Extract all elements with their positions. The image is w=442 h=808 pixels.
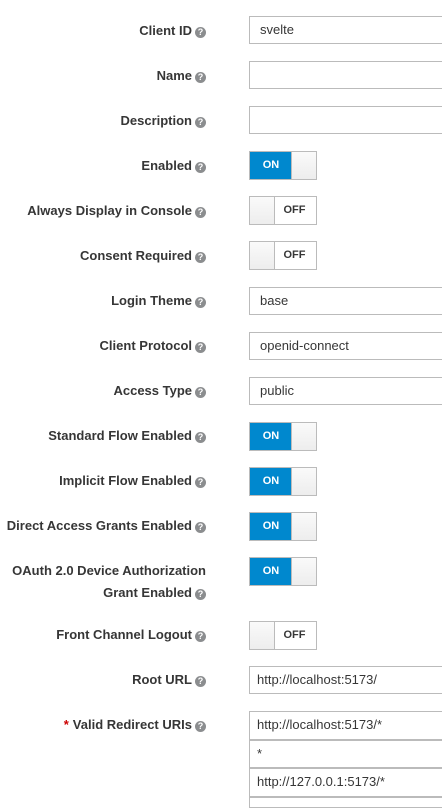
help-icon[interactable]: ? <box>195 117 206 128</box>
access-type-select[interactable]: public <box>249 377 442 405</box>
enabled-toggle[interactable]: ON <box>249 151 317 180</box>
login-theme-select[interactable]: base <box>249 287 442 315</box>
device-auth-label: OAuth 2.0 Device Authorization Grant Ena… <box>12 563 206 600</box>
toggle-state: OFF <box>283 204 306 216</box>
always-display-toggle[interactable]: OFF <box>249 196 317 225</box>
device-auth-toggle[interactable]: ON <box>249 557 317 586</box>
toggle-knob <box>291 468 316 495</box>
toggle-state: ON <box>250 423 292 450</box>
redirect-uri-input[interactable]: * <box>249 740 442 768</box>
client-id-input[interactable]: svelte <box>249 16 442 44</box>
always-display-label: Always Display in Console? <box>27 200 206 222</box>
direct-access-toggle[interactable]: ON <box>249 512 317 541</box>
required-marker: * <box>63 717 69 732</box>
client-id-label: Client ID? <box>139 20 206 42</box>
toggle-state: ON <box>250 468 292 495</box>
help-icon[interactable]: ? <box>195 342 206 353</box>
help-icon[interactable]: ? <box>195 522 206 533</box>
enabled-label: Enabled? <box>141 155 206 177</box>
toggle-state: OFF <box>283 629 306 641</box>
toggle-knob <box>291 558 316 585</box>
help-icon[interactable]: ? <box>195 676 206 687</box>
help-icon[interactable]: ? <box>195 252 206 263</box>
standard-flow-label: Standard Flow Enabled? <box>48 425 206 447</box>
toggle-knob <box>250 242 275 269</box>
root-url-input[interactable]: http://localhost:5173/ <box>249 666 442 694</box>
help-icon[interactable]: ? <box>195 387 206 398</box>
help-icon[interactable]: ? <box>195 721 206 732</box>
implicit-flow-label: Implicit Flow Enabled? <box>59 470 206 492</box>
help-icon[interactable]: ? <box>195 27 206 38</box>
client-protocol-label: Client Protocol? <box>100 335 206 357</box>
redirect-uri-input[interactable]: http://localhost:5173/* <box>249 711 442 740</box>
front-channel-logout-label: Front Channel Logout? <box>56 624 206 646</box>
toggle-knob <box>250 622 275 649</box>
redirect-uri-input[interactable] <box>249 797 442 808</box>
standard-flow-toggle[interactable]: ON <box>249 422 317 451</box>
direct-access-label: Direct Access Grants Enabled? <box>7 515 206 537</box>
root-url-label: Root URL? <box>132 669 206 691</box>
valid-redirect-uris-label: * Valid Redirect URIs? <box>64 714 206 736</box>
toggle-state: ON <box>250 558 292 585</box>
toggle-state: ON <box>250 513 292 540</box>
toggle-knob <box>291 513 316 540</box>
consent-required-label: Consent Required? <box>80 245 206 267</box>
client-protocol-select[interactable]: openid-connect <box>249 332 442 360</box>
implicit-flow-toggle[interactable]: ON <box>249 467 317 496</box>
toggle-state: OFF <box>283 249 306 261</box>
help-icon[interactable]: ? <box>195 72 206 83</box>
help-icon[interactable]: ? <box>195 589 206 600</box>
name-label: Name? <box>157 65 206 87</box>
toggle-knob <box>291 423 316 450</box>
help-icon[interactable]: ? <box>195 477 206 488</box>
login-theme-label: Login Theme? <box>111 290 206 312</box>
front-channel-logout-toggle[interactable]: OFF <box>249 621 317 650</box>
redirect-uri-input[interactable]: http://127.0.0.1:5173/* <box>249 768 442 797</box>
toggle-state: ON <box>250 152 292 179</box>
help-icon[interactable]: ? <box>195 631 206 642</box>
description-input[interactable] <box>249 106 442 134</box>
consent-required-toggle[interactable]: OFF <box>249 241 317 270</box>
name-input[interactable] <box>249 61 442 89</box>
help-icon[interactable]: ? <box>195 297 206 308</box>
toggle-knob <box>291 152 316 179</box>
help-icon[interactable]: ? <box>195 207 206 218</box>
toggle-knob <box>250 197 275 224</box>
help-icon[interactable]: ? <box>195 162 206 173</box>
description-label: Description? <box>120 110 206 132</box>
access-type-label: Access Type? <box>113 380 206 402</box>
help-icon[interactable]: ? <box>195 432 206 443</box>
